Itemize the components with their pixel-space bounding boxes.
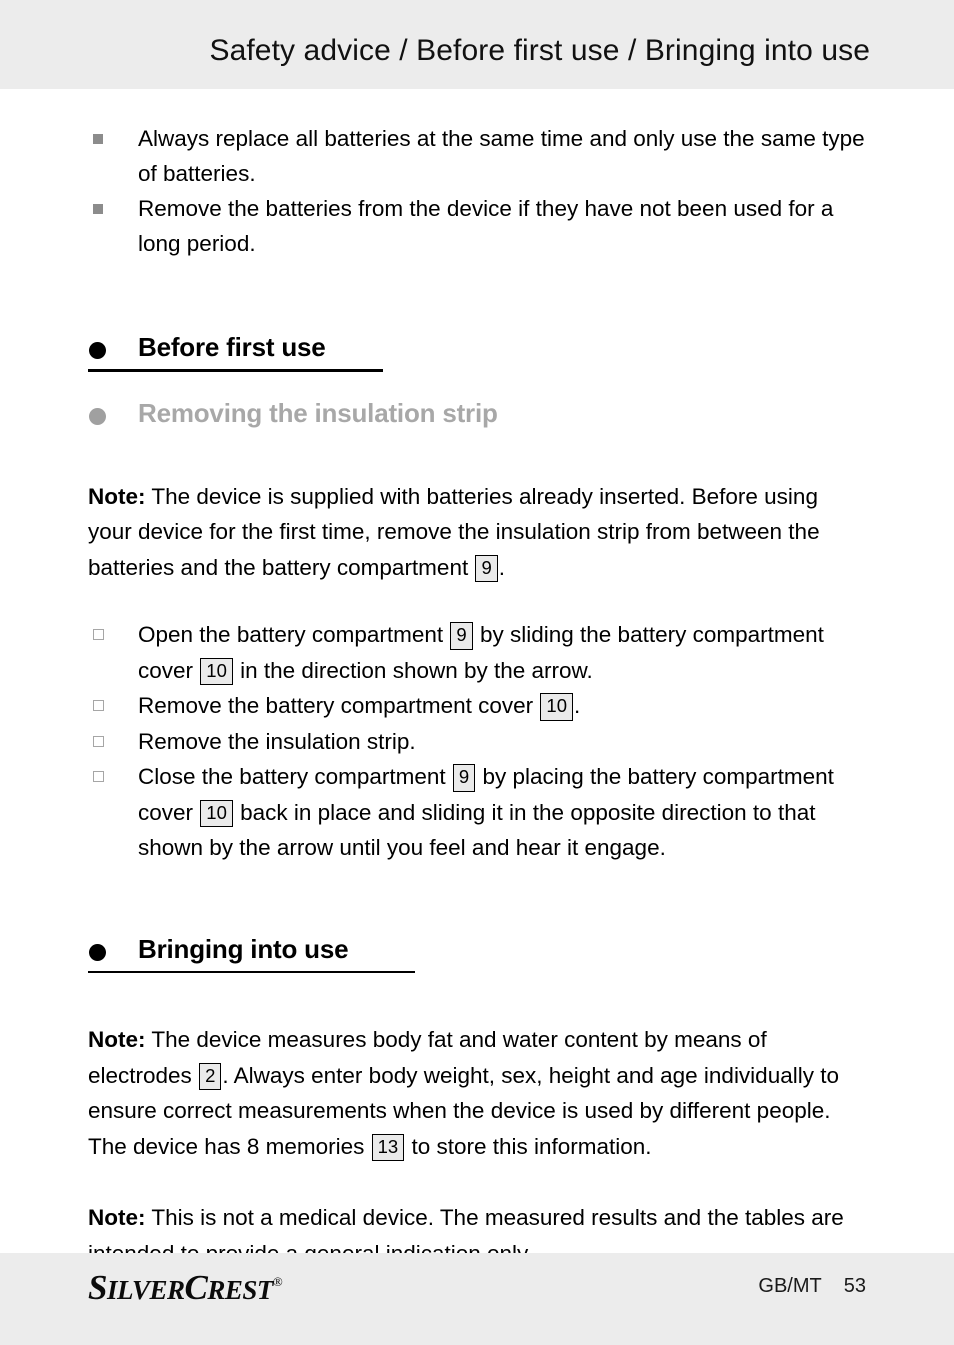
- step-text-3: in the direction shown by the arrow.: [233, 657, 593, 683]
- warning-text: Always replace all batteries at the same…: [138, 126, 865, 186]
- step-text-2: .: [574, 693, 581, 718]
- hollow-square-bullet-icon: [93, 771, 104, 782]
- note-body-text-3: to store this information.: [405, 1133, 652, 1159]
- filled-circle-bullet-icon: [89, 342, 106, 359]
- reference-box: 10: [200, 657, 233, 685]
- logo-text-rest: REST: [207, 1275, 273, 1305]
- step-text-1: Close the battery compartment: [138, 764, 452, 789]
- list-item: Remove the battery compartment cover 10.: [88, 688, 866, 724]
- filled-circle-bullet-icon: [89, 943, 106, 961]
- insulation-strip-steps-list: Open the battery compartment 9 by slidin…: [88, 617, 866, 866]
- filled-circle-bullet-icon: [89, 407, 106, 425]
- content-column: Always replace all batteries at the same…: [88, 89, 866, 1271]
- note-label: Note:: [88, 483, 146, 509]
- hollow-square-bullet-icon: [93, 629, 104, 640]
- footer-page-number: 53: [843, 1275, 866, 1297]
- heading-underline-rule: [88, 970, 415, 973]
- section-heading-bringing-into-use: Bringing into use: [88, 933, 866, 973]
- section-heading-before-first-use: Before first use: [88, 332, 866, 372]
- list-item: Close the battery compartment 9 by placi…: [88, 759, 866, 866]
- heading-underline-rule: [88, 369, 383, 372]
- reference-box: 2: [199, 1062, 222, 1090]
- footer-locale: GB/MT: [758, 1275, 822, 1297]
- section-heading-label: Bringing into use: [138, 933, 349, 964]
- reference-box: 10: [540, 693, 573, 721]
- safety-warning-list: Always replace all batteries at the same…: [88, 121, 866, 261]
- page-body: Always replace all batteries at the same…: [0, 89, 954, 1266]
- reference-box: 9: [452, 764, 476, 792]
- registered-trademark-icon: ®: [272, 1274, 283, 1289]
- reference-box: 13: [371, 1133, 405, 1161]
- logo-text-ilver: ILVER: [106, 1275, 185, 1305]
- reference-box: 9: [450, 622, 473, 650]
- list-item: Remove the insulation strip.: [88, 724, 866, 760]
- step-text-1: Remove the battery compartment cover: [138, 693, 540, 718]
- note-body-text: The device is supplied with batteries al…: [88, 483, 820, 580]
- step-text-1: Open the battery compartment: [138, 622, 450, 647]
- note-paragraph-insulation-strip: Note: The device is supplied with batter…: [88, 479, 866, 586]
- hollow-square-bullet-icon: [93, 700, 104, 711]
- square-bullet-icon: [93, 204, 103, 214]
- reference-box: 9: [475, 554, 498, 582]
- list-item: Remove the batteries from the device if …: [88, 191, 866, 261]
- section-subheading-removing-insulation-strip: Removing the insulation strip: [88, 398, 866, 429]
- section-heading-label: Before first use: [138, 332, 326, 362]
- note-label: Note:: [88, 1205, 146, 1230]
- list-item: Always replace all batteries at the same…: [88, 121, 866, 191]
- list-item: Open the battery compartment 9 by slidin…: [88, 617, 866, 688]
- note-body-text-tail: .: [498, 554, 506, 580]
- hollow-square-bullet-icon: [93, 735, 104, 747]
- note-label: Note:: [88, 1027, 146, 1052]
- step-text-3: back in place and sliding it in the oppo…: [138, 799, 816, 861]
- silvercrest-logo: SILVERCREST®: [88, 1268, 283, 1308]
- section-subheading-label: Removing the insulation strip: [138, 397, 498, 428]
- page-header-band: Safety advice / Before first use / Bring…: [0, 0, 954, 89]
- reference-box: 10: [200, 799, 233, 827]
- note-paragraph-measurement: Note: The device measures body fat and w…: [88, 1022, 866, 1164]
- footer-page-info: GB/MT 53: [758, 1275, 866, 1298]
- warning-text: Remove the batteries from the device if …: [138, 196, 834, 256]
- page-title: Safety advice / Before first use / Bring…: [209, 34, 870, 67]
- logo-letter-s: S: [88, 1268, 107, 1307]
- step-text-1: Remove the insulation strip.: [138, 728, 416, 754]
- square-bullet-icon: [93, 134, 103, 144]
- logo-letter-c: C: [184, 1268, 208, 1307]
